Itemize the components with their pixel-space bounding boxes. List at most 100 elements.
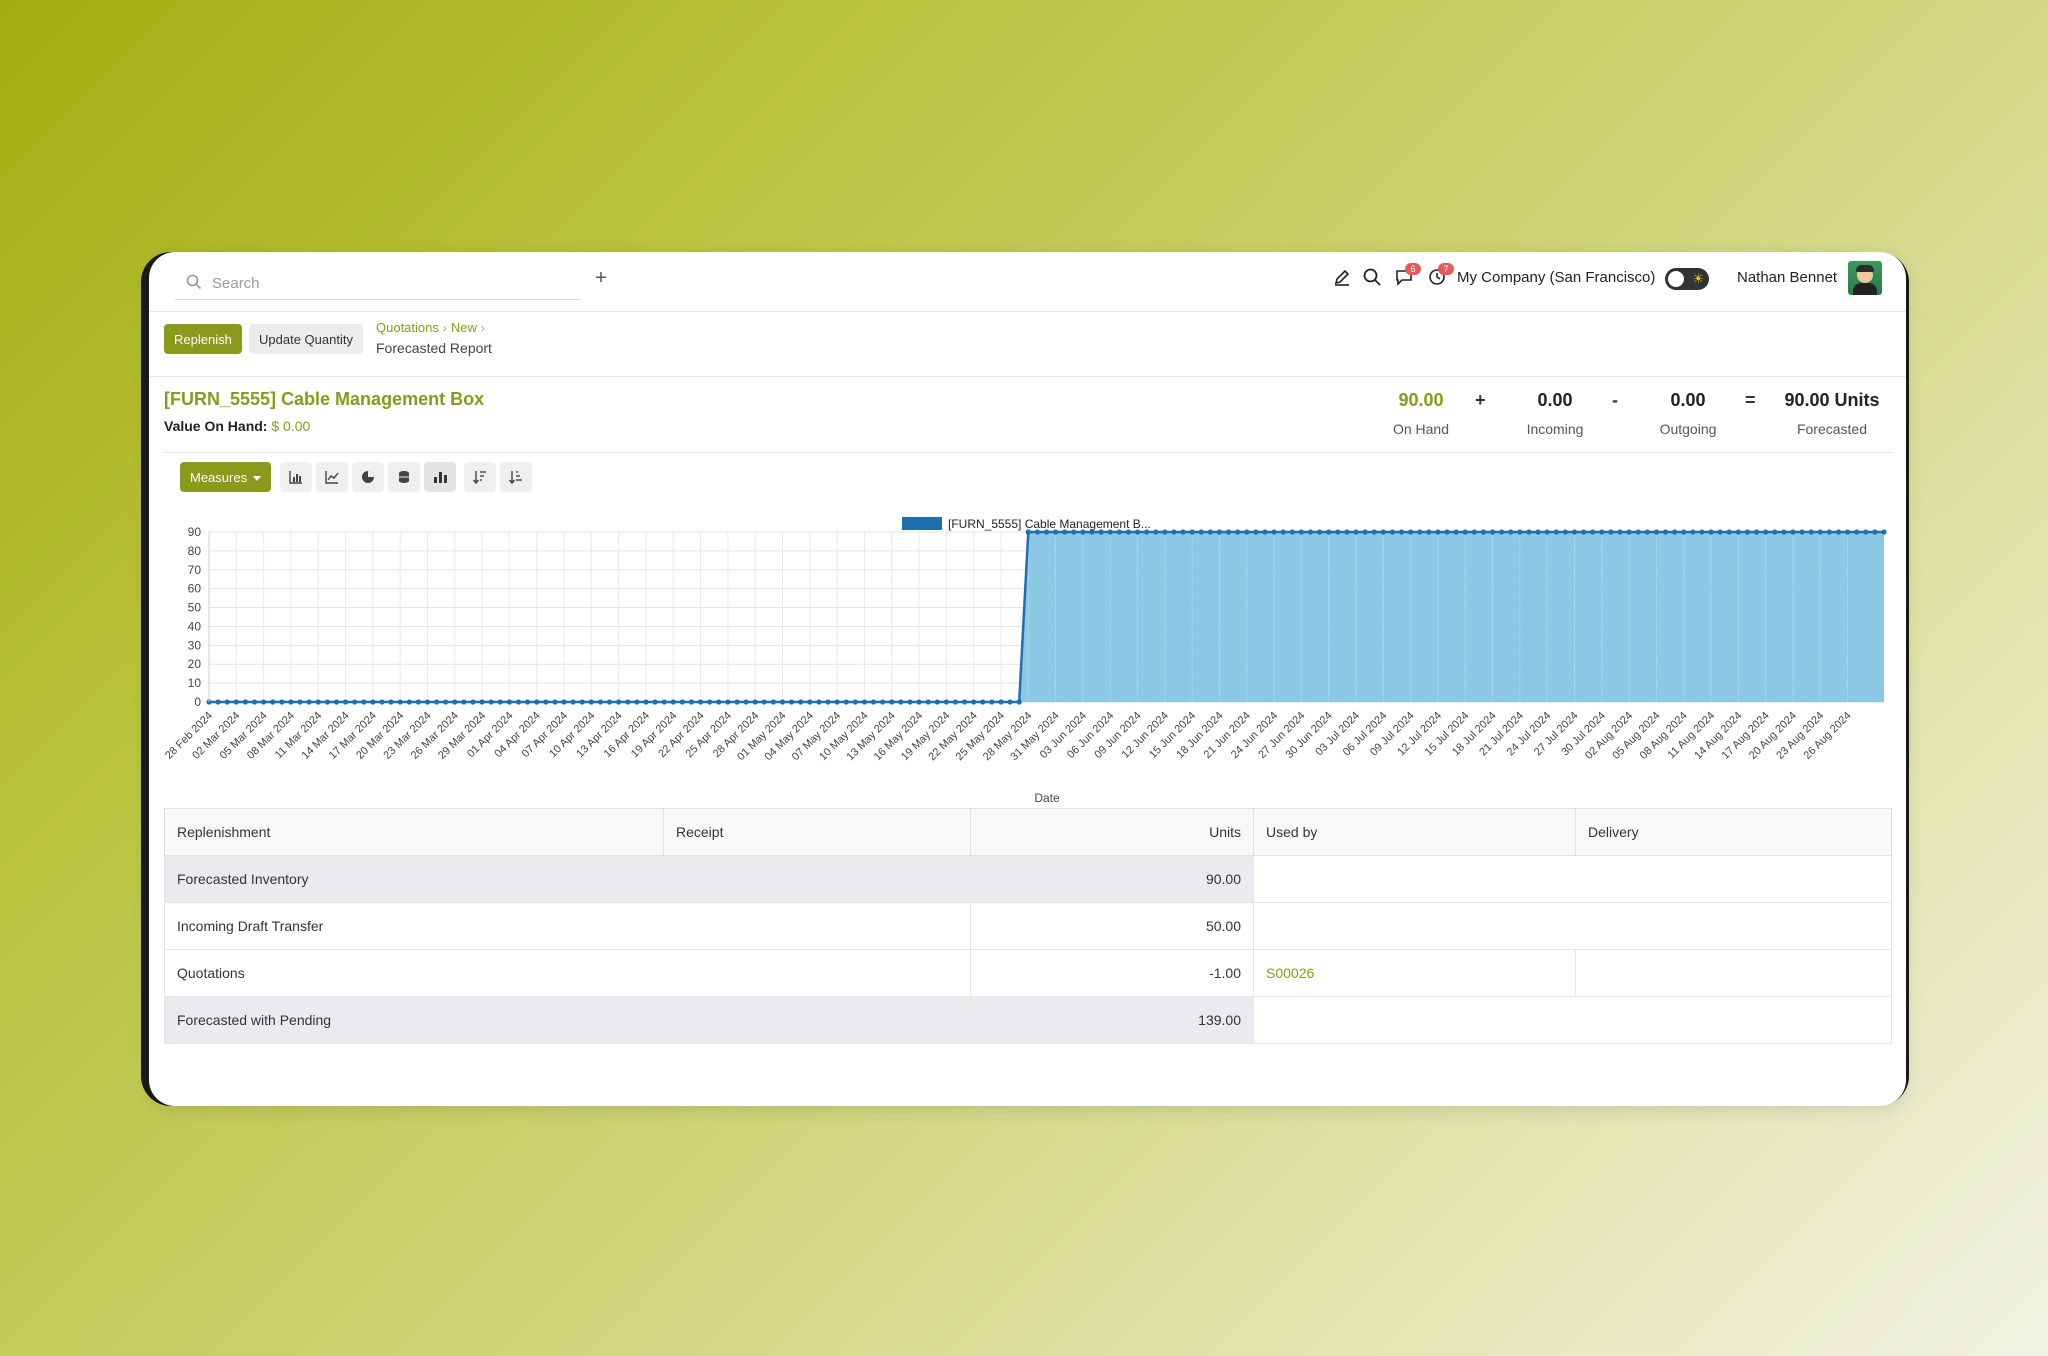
product-title[interactable]: [FURN_5555] Cable Management Box [164,389,484,410]
measures-dropdown[interactable]: Measures [180,462,272,492]
series-point [515,699,522,705]
incoming-value: 0.00 [1537,390,1573,410]
series-point [251,699,258,705]
add-filter-button[interactable]: + [591,267,611,291]
series-point [1344,529,1350,535]
series-point [1508,529,1514,535]
y-tick-label: 30 [188,638,202,652]
series-point [1790,529,1796,535]
line-chart-button[interactable] [316,462,348,492]
sun-icon: ☀ [1692,271,1704,286]
series-point [1171,529,1177,535]
row-units: 139.00 [970,996,1254,1044]
series-point [242,699,249,705]
caret-down-icon [253,475,262,481]
breadcrumb-new[interactable]: New [451,320,477,335]
replenish-button[interactable]: Replenish [164,324,242,354]
series-point [1772,529,1778,535]
user-name[interactable]: Nathan Bennet [1737,269,1837,286]
sort-descending-button[interactable] [464,462,496,492]
stat-forecasted: 90.00 Units Forecasted [1777,390,1887,437]
series-point [770,699,777,705]
series-point [1844,529,1851,535]
col-delivery[interactable]: Delivery [1575,808,1892,856]
col-replenishment[interactable]: Replenishment [164,808,664,856]
series-point [1835,529,1842,535]
series-point [1016,699,1022,705]
series-point [1489,529,1496,535]
update-quantity-button[interactable]: Update Quantity [249,324,363,354]
series-point [233,699,239,705]
series-point [1216,529,1223,535]
messages-badge: 6 [1405,263,1421,275]
global-search-icon[interactable] [1362,267,1384,291]
series-point [843,699,849,705]
series-point [479,699,485,705]
search-box[interactable] [175,265,580,300]
series-point [1316,529,1323,535]
series-point [934,699,940,705]
series-point [415,699,421,705]
y-tick-label: 90 [188,525,202,539]
series-point [461,699,467,705]
line-chart-icon [325,471,339,484]
search-input[interactable] [210,271,554,295]
activity-icon[interactable]: 7 [1427,263,1454,291]
breadcrumb-quotations[interactable]: Quotations [376,320,439,335]
col-used-by[interactable]: Used by [1253,808,1576,856]
series-point [725,699,731,705]
avatar[interactable] [1848,261,1882,295]
series-point [279,699,285,705]
table-header-row: Replenishment Receipt Units Used by Deli… [164,808,1892,856]
series-point [1817,529,1823,535]
series-point [352,699,358,705]
series-point [443,699,449,705]
company-switcher[interactable]: My Company (San Francisco) [1457,269,1655,286]
row-units: 50.00 [970,902,1254,950]
series-point [1662,529,1669,535]
series-point [297,699,303,705]
series-point [907,699,913,705]
series-point [1253,529,1259,535]
col-units[interactable]: Units [970,808,1254,856]
col-receipt[interactable]: Receipt [663,808,971,856]
chart-mode-button[interactable] [424,462,456,492]
replenishment-table: Replenishment Receipt Units Used by Deli… [164,808,1892,1044]
series-point [1535,529,1541,535]
series-point [1799,529,1805,535]
series-point [1735,529,1741,535]
series-point [588,699,594,705]
series-point [1362,529,1368,535]
y-tick-label: 10 [188,676,202,690]
series-point [1235,529,1241,535]
edit-icon[interactable] [1332,267,1354,291]
series-point [943,699,949,705]
bar-chart-button[interactable] [280,462,312,492]
series-point [1617,529,1623,535]
messages-icon[interactable]: 6 [1394,263,1421,291]
series-point [1571,529,1578,535]
sale-order-link[interactable]: S00026 [1266,965,1314,981]
top-bar: + 6 7 My Company (San Francisco) ☀ Natha… [149,252,1906,312]
sort-ascending-button[interactable] [500,462,532,492]
series-point [661,699,667,705]
stacked-button[interactable] [388,462,420,492]
series-point [1153,529,1159,535]
series-point [534,699,540,705]
stat-incoming: 0.00 Incoming [1510,390,1600,437]
series-point [1726,529,1732,535]
stat-on-hand[interactable]: 90.00 On Hand [1376,390,1466,437]
series-point [1335,529,1341,535]
series-point [1207,529,1213,535]
value-on-hand-label: Value On Hand: [164,418,268,434]
on-hand-value: 90.00 [1398,390,1444,410]
pie-chart-button[interactable] [352,462,384,492]
series-point [525,699,531,705]
series-point [779,699,786,705]
series-point [679,699,685,705]
chevron-right-icon: › [480,321,485,335]
series-point [1562,529,1568,535]
theme-toggle[interactable]: ☀ [1665,268,1709,290]
row-used-by: S00026 [1253,949,1576,997]
table-row: Quotations -1.00 S00026 [164,949,1892,997]
